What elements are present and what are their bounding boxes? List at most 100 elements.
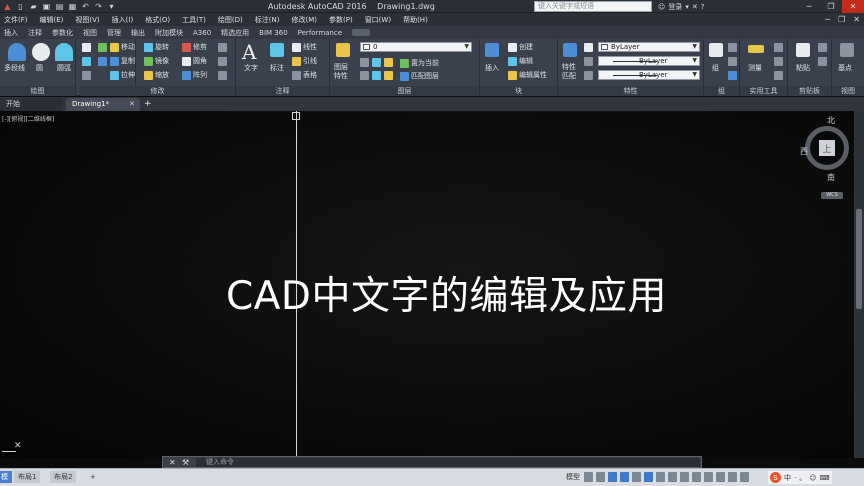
compass-south[interactable]: 南 — [827, 172, 835, 183]
clean-screen-icon[interactable] — [728, 472, 737, 482]
tab-insert[interactable]: 插入 — [4, 28, 18, 38]
scrollbar-thumb[interactable] — [856, 209, 862, 309]
doc-close-icon[interactable]: ✕ — [853, 15, 860, 24]
annotation-panel-title[interactable]: 注释 — [236, 86, 329, 96]
copy-button[interactable]: 复制 — [110, 56, 135, 66]
grid-icon[interactable] — [584, 472, 593, 482]
tab-output[interactable]: 输出 — [131, 28, 145, 38]
clipboard-panel-title[interactable]: 剪贴板 — [788, 86, 831, 96]
group-icon[interactable] — [709, 43, 723, 57]
dimension-button[interactable]: 标注 — [270, 63, 284, 73]
wrench-icon[interactable]: ⚒ — [182, 457, 189, 468]
menu-parametric[interactable]: 参数(P) — [329, 15, 353, 25]
quick-calc-icon[interactable] — [774, 43, 783, 52]
tab-parametric[interactable]: 参数化 — [52, 28, 73, 38]
utilities-panel-title[interactable]: 实用工具 — [740, 86, 787, 96]
stretch-button[interactable]: 拉伸 — [110, 70, 135, 80]
viewport-controls[interactable]: [-][俯视][二维线框] — [2, 114, 54, 123]
edit-attributes-button[interactable]: 编辑属性 — [508, 70, 547, 80]
tab-annotate[interactable]: 注释 — [28, 28, 42, 38]
table-button[interactable]: 表格 — [292, 70, 317, 80]
object-snap-icon[interactable] — [644, 472, 653, 482]
tab-a360[interactable]: A360 — [193, 29, 211, 37]
isolate-objects-icon[interactable] — [704, 472, 713, 482]
gear-icon[interactable] — [692, 472, 701, 482]
close-button[interactable]: ✕ — [842, 0, 864, 13]
group-edit-icon[interactable] — [728, 57, 737, 66]
search-input[interactable]: 键入关键字或短语 — [534, 1, 652, 12]
ortho-icon[interactable] — [608, 472, 617, 482]
rotate-button[interactable]: 旋转 — [144, 42, 169, 52]
layer-lock-icon[interactable] — [372, 71, 381, 80]
explode-icon[interactable] — [218, 57, 227, 66]
set-current-button[interactable]: 置为当前 — [400, 58, 439, 68]
group-select-icon[interactable] — [728, 71, 737, 80]
lineweight-toggle-icon[interactable] — [656, 472, 665, 482]
trim-button[interactable]: 修剪 — [182, 42, 207, 52]
workspace-icon[interactable] — [680, 472, 689, 482]
linear-button[interactable]: 线性 — [292, 42, 317, 52]
edit-block-button[interactable]: 编辑 — [508, 56, 533, 66]
dimension-icon[interactable] — [270, 43, 284, 57]
hardware-acceleration-icon[interactable] — [716, 472, 725, 482]
drawing-canvas[interactable]: [-][俯视][二维线框] CAD中文字的编辑及应用 ✕ 上 北 南 西 东 W… — [0, 111, 854, 458]
leader-button[interactable]: 引线 — [292, 56, 317, 66]
close-icon[interactable]: ✕ — [129, 98, 135, 111]
viewcube[interactable]: 上 北 南 西 东 WCS — [800, 116, 854, 200]
menu-help[interactable]: 帮助(H) — [403, 15, 428, 25]
menu-edit[interactable]: 编辑(E) — [40, 15, 64, 25]
color-dropdown[interactable]: ByLayer ▼ — [598, 42, 700, 52]
group-button[interactable]: 组 — [712, 63, 719, 73]
polyline-button[interactable]: 多段线 — [4, 63, 25, 73]
mirror-button[interactable]: 镜像 — [144, 56, 169, 66]
undo-icon[interactable]: ↶ — [80, 1, 91, 12]
layer-properties-icon[interactable] — [336, 43, 350, 57]
base-view-icon[interactable] — [840, 43, 854, 57]
app-menu-icon[interactable]: ▲ — [2, 1, 13, 12]
erase-icon[interactable] — [218, 43, 227, 52]
ime-punctuation[interactable]: 。 — [799, 473, 806, 483]
tab-manage[interactable]: 管理 — [107, 28, 121, 38]
tab-start[interactable]: 开始 — [0, 98, 62, 111]
model-space-toggle[interactable]: 模型 — [566, 472, 580, 482]
menu-window[interactable]: 窗口(W) — [365, 15, 391, 25]
redo-icon[interactable]: ↷ — [93, 1, 104, 12]
compass-north[interactable]: 北 — [827, 115, 835, 126]
menu-modify[interactable]: 修改(M) — [291, 15, 317, 25]
tab-view[interactable]: 视图 — [83, 28, 97, 38]
doc-restore-icon[interactable]: ❐ — [838, 15, 845, 24]
menu-view[interactable]: 视图(V) — [75, 15, 99, 25]
close-icon[interactable]: ✕ — [169, 457, 176, 468]
match-properties-icon[interactable] — [563, 43, 577, 57]
tab-drawing1[interactable]: Drawing1* ✕ — [66, 98, 140, 111]
layer-isolate-icon[interactable] — [384, 58, 393, 67]
tab-featured-apps[interactable]: 精选应用 — [221, 28, 249, 38]
save-as-icon[interactable]: ▤ — [54, 1, 65, 12]
measure-button[interactable]: 测量 — [748, 63, 762, 73]
fillet-button[interactable]: 圆角 — [182, 56, 207, 66]
match-properties-button[interactable]: 特性匹配 — [562, 63, 582, 81]
viewcube-top-face[interactable]: 上 — [819, 140, 835, 156]
menu-format[interactable]: 格式(O) — [145, 15, 170, 25]
menu-tools[interactable]: 工具(T) — [182, 15, 206, 25]
arc-button[interactable]: 圆弧 — [57, 63, 71, 73]
tab-bim360[interactable]: BIM 360 — [259, 29, 288, 37]
paste-icon[interactable] — [796, 43, 810, 57]
circle-button[interactable]: 圆 — [36, 63, 43, 73]
move-button[interactable]: 移动 — [110, 42, 135, 52]
base-button[interactable]: 基点 — [838, 63, 852, 73]
block-panel-title[interactable]: 块 — [480, 86, 557, 96]
exchange-icon[interactable]: ✕ — [692, 3, 698, 11]
tab-performance[interactable]: Performance — [298, 29, 342, 37]
paste-button[interactable]: 粘贴 — [796, 63, 810, 73]
menu-dimension[interactable]: 标注(N) — [255, 15, 280, 25]
layers-panel-title[interactable]: 图层 — [330, 86, 479, 96]
help-icon[interactable]: ? — [701, 3, 705, 11]
groups-panel-title[interactable]: 组 — [704, 86, 739, 96]
wcs-menu[interactable]: WCS — [821, 192, 843, 199]
layer-off-icon[interactable] — [372, 58, 381, 67]
tab-addins[interactable]: 附加模块 — [155, 28, 183, 38]
scale-button[interactable]: 缩放 — [144, 70, 169, 80]
save-icon[interactable]: ▣ — [41, 1, 52, 12]
circle-icon[interactable] — [32, 43, 50, 61]
